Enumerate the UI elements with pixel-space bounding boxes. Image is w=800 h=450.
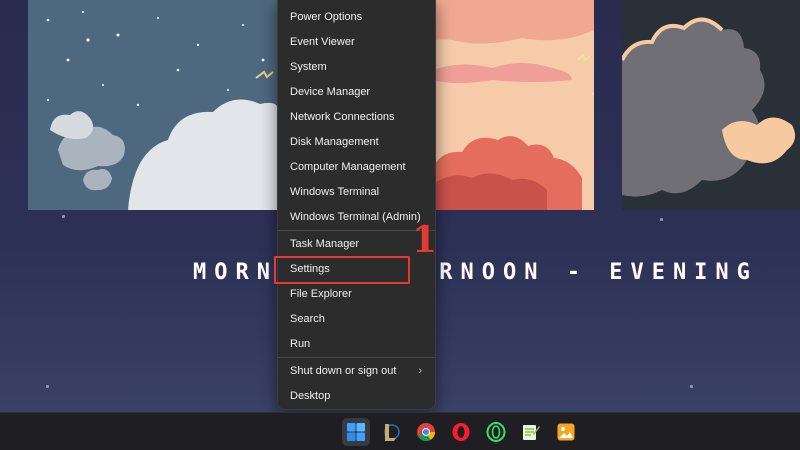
menu-item-device-manager[interactable]: Device Manager [282, 80, 432, 104]
wallpaper-morning-panel [28, 0, 278, 210]
wallpaper-speck [690, 385, 693, 388]
windows-start-icon[interactable] [342, 418, 370, 446]
wallpaper-speck [62, 215, 65, 218]
step-number-annotation: 1 [412, 219, 438, 261]
settings-highlight-annotation [274, 256, 410, 284]
menu-item-file-explorer[interactable]: File Explorer [282, 282, 432, 306]
menu-item-label: Shut down or sign out [290, 365, 397, 377]
opera-gx-icon[interactable] [482, 418, 510, 446]
wallpaper-speck [46, 385, 49, 388]
menu-item-desktop[interactable]: Desktop [282, 384, 432, 408]
league-of-legends-icon[interactable] [377, 418, 405, 446]
chevron-right-icon: › [418, 365, 422, 377]
wallpaper-speck [660, 218, 663, 221]
winx-context-menu: Power Options Event Viewer System Device… [277, 0, 436, 410]
opera-icon[interactable] [447, 418, 475, 446]
wallpaper-evening-panel [622, 0, 800, 210]
wallpaper-caption-left: MORN [193, 260, 278, 285]
menu-item-power-options[interactable]: Power Options [282, 5, 432, 29]
menu-item-system[interactable]: System [282, 55, 432, 79]
wallpaper-afternoon-panel [432, 0, 594, 210]
menu-item-disk-management[interactable]: Disk Management [282, 130, 432, 154]
menu-item-shut-down-or-sign-out[interactable]: Shut down or sign out › [282, 359, 432, 383]
menu-item-network-connections[interactable]: Network Connections [282, 105, 432, 129]
image-viewer-icon[interactable] [552, 418, 580, 446]
menu-item-windows-terminal[interactable]: Windows Terminal [282, 180, 432, 204]
menu-item-search[interactable]: Search [282, 307, 432, 331]
taskbar [0, 412, 800, 450]
menu-item-computer-management[interactable]: Computer Management [282, 155, 432, 179]
chrome-icon[interactable] [412, 418, 440, 446]
menu-item-run[interactable]: Run [282, 332, 432, 356]
notepad-plus-plus-icon[interactable] [517, 418, 545, 446]
menu-item-event-viewer[interactable]: Event Viewer [282, 30, 432, 54]
menu-item-task-manager[interactable]: Task Manager [282, 232, 432, 256]
menu-separator [278, 357, 435, 358]
menu-item-windows-terminal-admin[interactable]: Windows Terminal (Admin) [282, 205, 432, 229]
wallpaper-caption-right: ERNOON - EVENING [418, 260, 758, 285]
